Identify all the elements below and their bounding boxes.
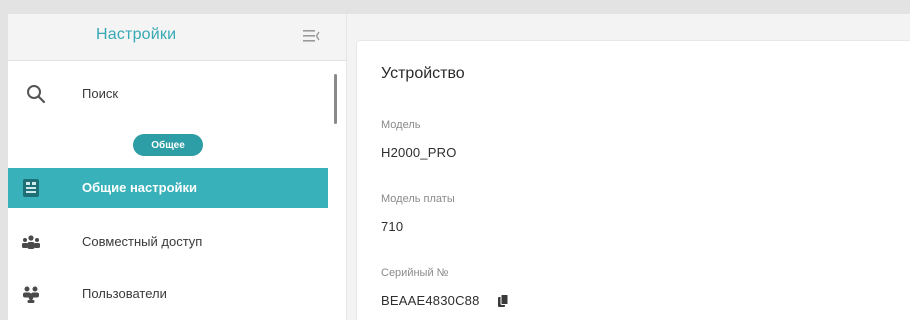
sidebar-item-label: Пользователи (82, 286, 167, 301)
sidebar-title: Настройки (96, 26, 177, 43)
search-label: Поиск (82, 86, 119, 101)
users-icon (20, 283, 42, 305)
search-icon (24, 82, 48, 106)
sidebar-item-shared-access[interactable]: Совместный доступ (8, 222, 328, 262)
menu-collapse-icon[interactable] (300, 26, 322, 46)
device-info-card: Устройство Модель H2000_PRO Модель платы… (356, 40, 910, 320)
serial-number-value: BEAAE4830C88 (381, 293, 480, 308)
sidebar-item-label: Совместный доступ (82, 234, 203, 249)
sidebar-header: Настройки (8, 14, 346, 61)
section-pill-general[interactable]: Общее (133, 134, 203, 156)
board-model-label: Модель платы (381, 193, 455, 205)
search-row[interactable]: Поиск (8, 74, 338, 114)
copy-icon[interactable] (497, 294, 509, 308)
board-model-value: 710 (381, 219, 404, 234)
sidebar-scrollbar[interactable] (334, 74, 337, 124)
app-window: Настройки Поиск Общее Общие настройки Со… (8, 14, 910, 320)
sidebar-item-users[interactable]: Пользователи (8, 274, 328, 314)
sidebar-item-general-settings[interactable]: Общие настройки (8, 168, 328, 208)
settings-panel-icon (20, 177, 42, 199)
sidebar: Настройки Поиск Общее Общие настройки Со… (8, 14, 347, 320)
model-label: Модель (381, 119, 421, 131)
serial-number-label: Серийный № (381, 267, 449, 279)
shared-access-icon (20, 231, 42, 253)
model-value: H2000_PRO (381, 145, 457, 160)
sidebar-item-label: Общие настройки (82, 180, 197, 195)
section-title: Устройство (381, 65, 465, 82)
